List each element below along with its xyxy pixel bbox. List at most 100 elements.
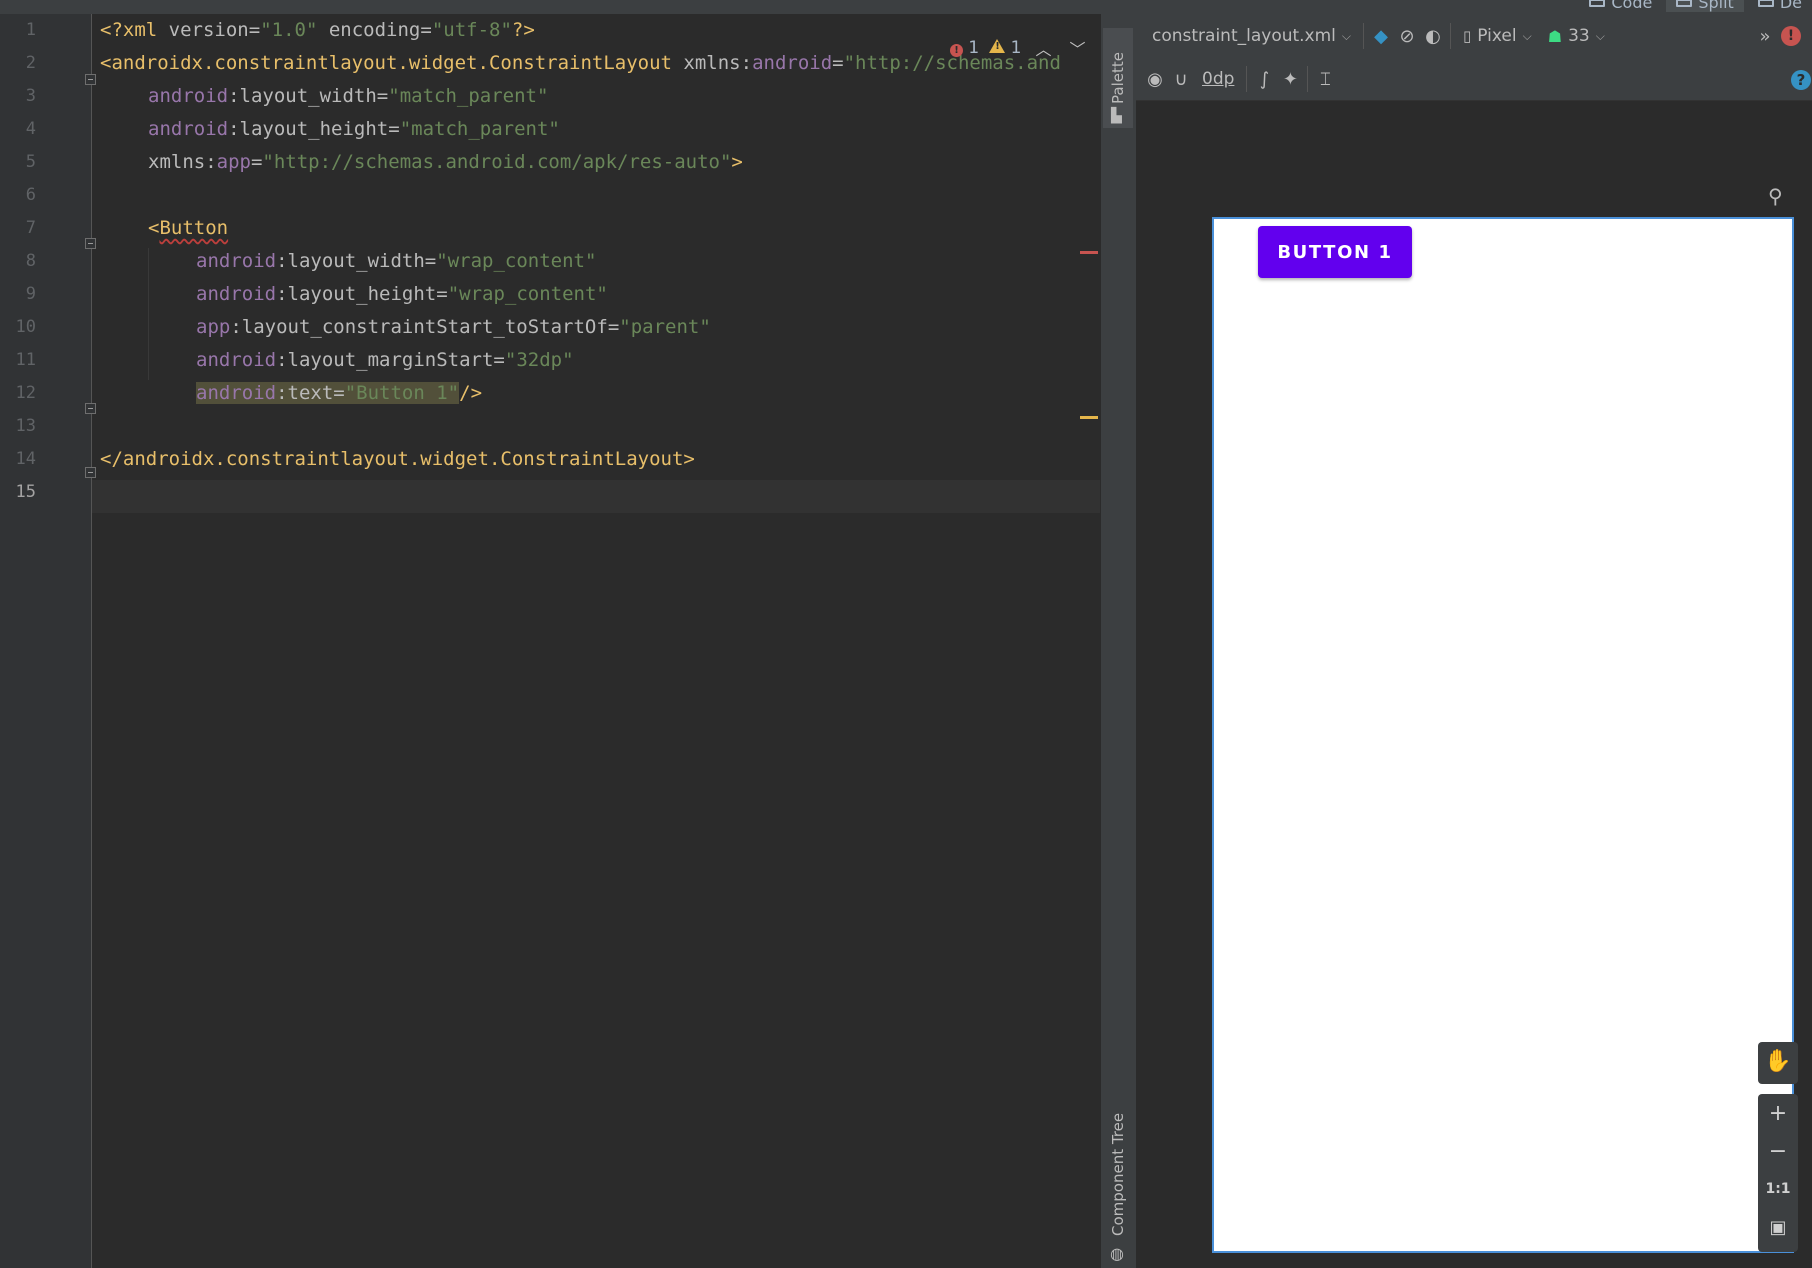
code-line[interactable]: android:layout_width="match_parent": [148, 80, 548, 113]
actual-size-button[interactable]: 1:1: [1758, 1170, 1798, 1208]
zoom-out-button[interactable]: −: [1758, 1132, 1798, 1170]
api-level-selector[interactable]: ☗ 33 ⌵: [1540, 18, 1613, 54]
orientation-icon[interactable]: ⊘: [1394, 23, 1420, 49]
fold-marker-icon[interactable]: [85, 238, 96, 249]
line-number: 6: [25, 185, 36, 205]
code-token: "http://schemas.android.com/apk/res-auto…: [262, 151, 732, 173]
zoom-in-button[interactable]: +: [1758, 1094, 1798, 1132]
error-icon: !: [950, 44, 963, 57]
code-token: "match_parent": [388, 85, 549, 107]
component-tree-tab[interactable]: Component Tree ◍: [1103, 1106, 1133, 1266]
code-token: =: [333, 382, 345, 404]
code-line[interactable]: android:layout_marginStart="32dp": [196, 344, 574, 377]
code-token: "Button 1": [344, 382, 460, 404]
code-line[interactable]: android:layout_height="wrap_content": [196, 278, 608, 311]
current-line-highlight: [92, 480, 1100, 513]
code-token: "wrap_content": [447, 283, 608, 305]
error-badge: !: [1781, 26, 1801, 46]
design-view-button[interactable]: De: [1748, 0, 1812, 12]
chevron-down-icon: ⌵: [1595, 28, 1605, 43]
warning-count[interactable]: ! 1: [989, 38, 1021, 58]
line-number: 7: [25, 218, 36, 238]
code-line[interactable]: xmlns:app="http://schemas.android.com/ap…: [148, 146, 743, 179]
code-line[interactable]: <Button: [148, 212, 228, 245]
gutter-divider: [91, 14, 92, 1268]
code-line[interactable]: android:layout_height="match_parent": [148, 113, 560, 146]
palette-tab[interactable]: Palette ▙: [1103, 28, 1133, 128]
overflow-icon[interactable]: »: [1752, 23, 1778, 49]
guidelines-icon[interactable]: ⌶: [1312, 66, 1338, 92]
help-icon[interactable]: ?: [1791, 70, 1811, 90]
toolbar-separator: [1450, 23, 1452, 49]
toolbar-separator: [1307, 66, 1309, 92]
device-selector[interactable]: ▯ Pixel ⌵: [1455, 18, 1540, 54]
code-token: android: [196, 382, 277, 404]
code-token: android: [196, 283, 277, 305]
code-token: ?>: [511, 19, 535, 41]
layers-icon[interactable]: ◆: [1368, 23, 1394, 49]
error-icon[interactable]: !: [1778, 23, 1804, 49]
zoom-to-fit-icon[interactable]: ▣: [1758, 1208, 1798, 1246]
api-level-label: 33: [1568, 26, 1590, 46]
code-line[interactable]: android:text="Button 1"/>: [196, 377, 482, 410]
design-toolbar: constraint_layout.xml ⌵ ◆ ⊘ ◐ ▯ Pixel ⌵ ☗ 33…: [1136, 14, 1812, 58]
wrench-icon[interactable]: ⚲: [1768, 184, 1783, 208]
infer-constraints-icon[interactable]: ✦: [1277, 66, 1303, 92]
line-number: 8: [25, 251, 36, 271]
design-view-label: De: [1779, 0, 1802, 12]
code-token: <: [148, 217, 160, 239]
split-view-icon: [1676, 0, 1693, 7]
code-line[interactable]: <androidx.constraintlayout.widget.Constr…: [100, 47, 1061, 80]
line-number: 9: [25, 284, 36, 304]
line-number: 15: [15, 482, 36, 502]
split-view-button[interactable]: Split: [1666, 0, 1744, 12]
error-stripe-marker[interactable]: [1080, 251, 1098, 254]
code-token: xmlns:: [683, 52, 753, 74]
next-highlight-icon[interactable]: ﹀: [1065, 36, 1089, 60]
code-token: =: [250, 151, 263, 173]
code-token: =: [607, 316, 620, 338]
code-token: :layout_width: [228, 85, 377, 107]
code-view-button[interactable]: Code: [1579, 0, 1662, 12]
fold-marker-icon[interactable]: [85, 467, 96, 478]
line-number-gutter: 1 2 3 4 5 6 7 8 9 10 11 12 13 14 15: [0, 14, 92, 1268]
clear-constraints-icon[interactable]: ∫: [1251, 66, 1277, 92]
code-token: android: [196, 250, 277, 272]
line-number: 4: [25, 119, 36, 139]
code-line[interactable]: </androidx.constraintlayout.widget.Const…: [100, 443, 695, 476]
design-view-icon: [1757, 0, 1774, 7]
night-mode-icon[interactable]: ◐: [1420, 23, 1446, 49]
warning-count-value: 1: [1010, 38, 1022, 58]
fold-marker-icon[interactable]: [85, 403, 96, 414]
default-margin-value: 0dp: [1202, 69, 1235, 89]
code-token: android: [196, 349, 277, 371]
error-count-value: 1: [968, 38, 980, 58]
magnet-icon[interactable]: ∪: [1168, 66, 1194, 92]
zoom-controls: + − 1:1 ▣: [1758, 1094, 1798, 1252]
code-editor[interactable]: 1 2 3 4 5 6 7 8 9 10 11 12 13 14 15 <?xml version="1.0…: [0, 14, 1100, 1268]
device-preview[interactable]: BUTTON 1: [1212, 217, 1794, 1253]
line-number: 11: [15, 350, 36, 370]
previous-highlight-icon[interactable]: ︿: [1031, 36, 1055, 60]
code-token: "match_parent": [399, 118, 560, 140]
default-margin-selector[interactable]: 0dp: [1194, 61, 1242, 97]
file-selector[interactable]: constraint_layout.xml ⌵: [1136, 18, 1359, 54]
code-line[interactable]: app:layout_constraintStart_toStartOf="pa…: [196, 311, 711, 344]
error-count[interactable]: ! 1: [950, 38, 979, 58]
line-number: 10: [15, 317, 36, 337]
warning-stripe-marker[interactable]: [1080, 416, 1098, 419]
eye-icon[interactable]: ◉: [1142, 66, 1168, 92]
hand-icon[interactable]: ✋: [1758, 1042, 1798, 1080]
preview-button[interactable]: BUTTON 1: [1258, 226, 1412, 278]
code-token: "utf-8": [431, 19, 512, 41]
code-token: androidx.constraintlayout.widget.Constra…: [122, 448, 684, 470]
code-token: Button: [159, 217, 229, 239]
code-line[interactable]: <?xml version="1.0" encoding="utf-8"?>: [100, 14, 535, 47]
code-line[interactable]: android:layout_width="wrap_content": [196, 245, 596, 278]
toolbar-separator: [1246, 66, 1248, 92]
inspection-widget[interactable]: ! 1 ! 1 ︿ ﹀: [950, 36, 1090, 60]
fold-marker-icon[interactable]: [85, 74, 96, 85]
line-number: 1: [25, 20, 36, 40]
